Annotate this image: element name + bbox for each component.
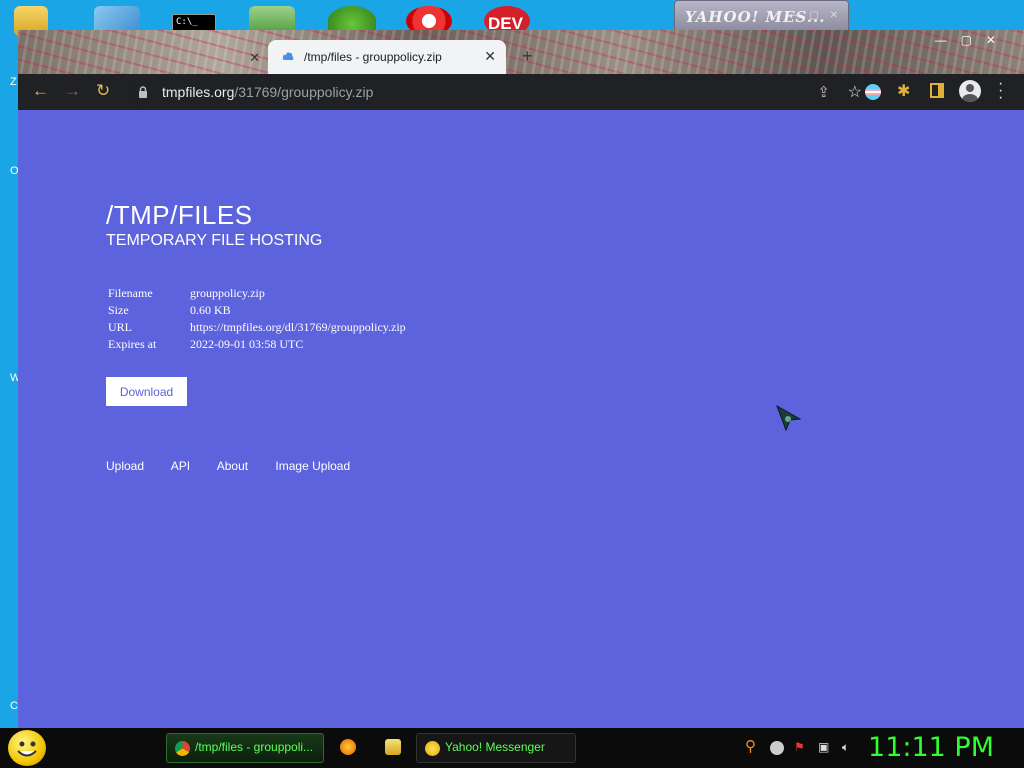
file-info-table: Filename grouppolicy.zip Size 0.60 KB UR… [106,285,408,353]
footer-link-image-upload[interactable]: Image Upload [275,459,350,473]
desktop-glyph: Z [10,76,17,88]
extension-flag-icon[interactable] [865,84,881,100]
firefox-icon[interactable] [340,739,356,755]
reload-icon[interactable]: ↻ [96,81,110,101]
footer-nav: Upload API About Image Upload [106,459,374,473]
tab-title: /tmp/files - grouppolicy.zip [304,50,442,64]
url-text: tmpfiles.org/31769/grouppolicy.zip [162,84,373,100]
browser-window: ✕ /tmp/files - grouppolicy.zip ✕ + —▢✕ ←… [18,30,1024,728]
taskbar-clock[interactable]: 11:11 PM [868,732,994,763]
yahoo-messenger-window[interactable]: YAHOO! MES... — ▢ ✕ [674,0,849,34]
footer-link-api[interactable]: API [171,459,190,473]
status-icon[interactable] [770,741,784,755]
page-content: /TMP/FILES TEMPORARY FILE HOSTING Filena… [18,110,1024,728]
profile-avatar[interactable] [959,80,981,102]
new-tab-button[interactable]: + [522,46,533,67]
close-icon[interactable]: ✕ [484,48,496,65]
download-button[interactable]: Download [106,377,187,406]
taskbar-button-label: /tmp/files - grouppoli... [195,740,314,754]
info-key: Size [108,303,129,317]
info-value[interactable]: https://tmpfiles.org/dl/31769/grouppolic… [188,319,408,336]
desktop-icons-row: C:\_ DEV [0,0,1024,36]
desktop-glyph: C [10,700,18,712]
network-icon[interactable]: ▣ [818,740,829,754]
table-row: Filename grouppolicy.zip [106,285,408,302]
yahoo-icon [425,741,440,756]
back-arrow-icon[interactable]: ← [32,81,49,101]
info-key: URL [108,320,132,334]
taskbar-button-label: Yahoo! Messenger [445,740,545,754]
info-key: Filename [108,286,153,300]
browser-toolbar: ← → ↻ tmpfiles.org/31769/grouppolicy.zip… [18,74,1024,110]
info-value: 0.60 KB [190,303,231,317]
volume-icon[interactable]: 🔈︎ [842,740,849,755]
yahoo-window-controls[interactable]: — ▢ ✕ [789,10,842,21]
info-key: Expires at [108,337,157,351]
search-icon[interactable]: ⚲ [745,737,756,755]
url-host: tmpfiles.org [162,84,235,100]
lock-icon [139,86,147,98]
chrome-icon [175,741,190,756]
window-controls[interactable]: —▢✕ [935,33,1010,47]
kebab-menu-icon[interactable]: · · · [998,76,1003,106]
taskbar: /tmp/files - grouppoli... Yahoo! Messeng… [0,728,1024,768]
forward-arrow-icon[interactable]: → [64,81,81,101]
info-value: 2022-09-01 03:58 UTC [190,337,304,351]
page-subtitle: TEMPORARY FILE HOSTING [106,232,323,249]
taskbar-button-browser[interactable]: /tmp/files - grouppoli... [166,733,324,763]
cloud-icon [282,52,294,60]
table-row: URL https://tmpfiles.org/dl/31769/groupp… [106,319,408,336]
footer-link-upload[interactable]: Upload [106,459,144,473]
tab-inactive[interactable]: ✕ [48,44,266,72]
tab-active[interactable]: /tmp/files - grouppolicy.zip ✕ [268,40,506,74]
footer-link-about[interactable]: About [217,459,248,473]
url-path: /31769/grouppolicy.zip [234,84,374,100]
page-title: /TMP/FILES [106,200,253,230]
close-icon[interactable]: ✕ [249,50,260,66]
tab-strip: ✕ /tmp/files - grouppolicy.zip ✕ + —▢✕ [18,30,1024,74]
address-bar[interactable]: tmpfiles.org/31769/grouppolicy.zip ⇪ ☆ [128,78,862,106]
taskbar-button-yahoo[interactable]: Yahoo! Messenger [416,733,576,763]
puzzle-icon[interactable]: ✱ [897,81,910,101]
smiley-icon [17,741,37,757]
table-row: Expires at 2022-09-01 03:58 UTC [106,336,408,353]
mouse-cursor-icon [776,405,802,431]
folder-icon[interactable] [385,739,401,755]
flag-icon[interactable]: ⚑ [794,740,805,754]
info-value: grouppolicy.zip [190,286,265,300]
table-row: Size 0.60 KB [106,302,408,319]
start-button[interactable] [8,730,46,766]
share-icon[interactable]: ⇪ [817,83,830,101]
terminal-label: C:\_ [176,17,198,27]
star-icon[interactable]: ☆ [848,82,862,102]
side-panel-icon[interactable] [930,83,944,98]
